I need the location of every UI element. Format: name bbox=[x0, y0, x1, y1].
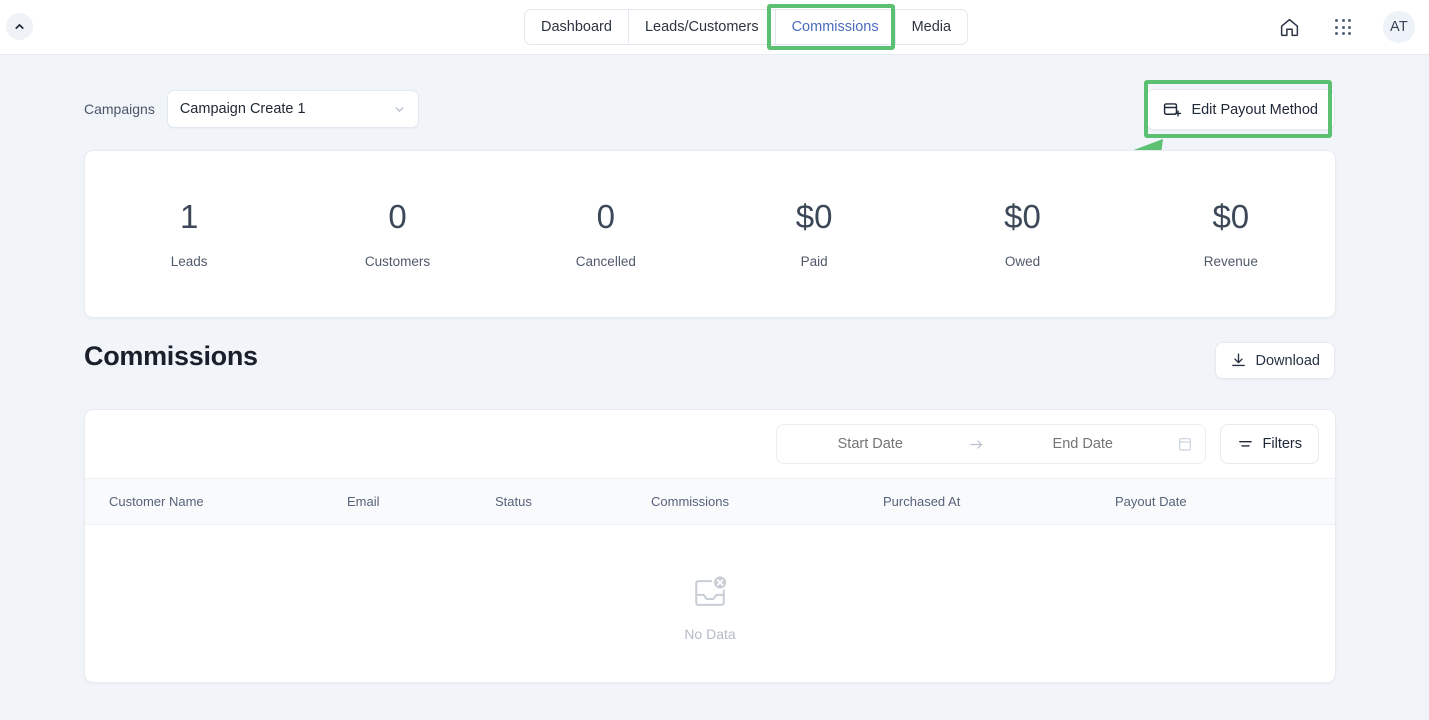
topbar-icon-group: AT bbox=[1275, 11, 1415, 43]
column-payout-date[interactable]: Payout Date bbox=[1115, 478, 1335, 525]
download-button[interactable]: Download bbox=[1214, 342, 1335, 379]
collapse-chevron-up-button[interactable] bbox=[6, 13, 33, 40]
stat-revenue-label: Revenue bbox=[1203, 253, 1258, 269]
empty-state-cell: No Data bbox=[85, 525, 1335, 683]
home-icon bbox=[1280, 18, 1298, 36]
main-tab-group: Dashboard Leads/Customers Commissions Me… bbox=[524, 9, 969, 45]
campaign-filter-row: Campaigns Campaign Create 1 bbox=[84, 90, 419, 128]
stat-revenue-value: $0 bbox=[1212, 197, 1250, 235]
stat-leads-label: Leads bbox=[170, 253, 208, 269]
stat-cancelled-label: Cancelled bbox=[575, 253, 636, 269]
avatar[interactable]: AT bbox=[1383, 11, 1415, 43]
tab-dashboard[interactable]: Dashboard bbox=[525, 10, 628, 44]
apps-grid-icon bbox=[1335, 19, 1351, 35]
table-toolbar: Filters bbox=[85, 410, 1335, 478]
table-header-row: Customer Name Email Status Commissions P… bbox=[85, 478, 1335, 525]
arrow-right-icon bbox=[964, 436, 989, 453]
commissions-page: Dashboard Leads/Customers Commissions Me… bbox=[0, 0, 1429, 720]
tab-leads-customers[interactable]: Leads/Customers bbox=[627, 10, 775, 44]
stat-customers-label: Customers bbox=[364, 253, 431, 269]
stat-paid-label: Paid bbox=[800, 253, 828, 269]
stats-summary-card: 1 Leads 0 Customers 0 Cancelled $0 Paid … bbox=[84, 150, 1336, 318]
stat-cancelled: 0 Cancelled bbox=[502, 200, 710, 269]
table-body: No Data bbox=[85, 525, 1335, 683]
empty-state-label: No Data bbox=[684, 626, 736, 643]
commissions-table: Customer Name Email Status Commissions P… bbox=[85, 478, 1335, 683]
table-header: Customer Name Email Status Commissions P… bbox=[85, 478, 1335, 525]
column-email[interactable]: Email bbox=[347, 478, 495, 525]
edit-payout-method-label: Edit Payout Method bbox=[1191, 101, 1318, 118]
home-button[interactable] bbox=[1275, 13, 1303, 41]
stat-owed: $0 Owed bbox=[918, 200, 1126, 269]
no-data-inbox-icon bbox=[695, 574, 729, 607]
tab-commissions[interactable]: Commissions bbox=[774, 10, 895, 44]
column-status[interactable]: Status bbox=[495, 478, 651, 525]
column-customer-name[interactable]: Customer Name bbox=[85, 478, 347, 525]
filters-button[interactable]: Filters bbox=[1219, 424, 1319, 464]
apps-grid-button[interactable] bbox=[1329, 13, 1357, 41]
stat-paid-value: $0 bbox=[795, 197, 833, 235]
stat-owed-value: $0 bbox=[1004, 197, 1041, 235]
chevron-down-icon bbox=[393, 103, 406, 116]
edit-payout-method-button[interactable]: Edit Payout Method bbox=[1146, 89, 1335, 130]
table-empty-row: No Data bbox=[85, 525, 1335, 683]
date-range-picker[interactable] bbox=[775, 424, 1206, 464]
campaigns-label: Campaigns bbox=[84, 101, 155, 117]
column-purchased-at[interactable]: Purchased At bbox=[883, 478, 1115, 525]
start-date-input[interactable] bbox=[776, 436, 965, 452]
stat-leads-value: 1 bbox=[179, 197, 199, 235]
filter-lines-icon bbox=[1238, 440, 1252, 447]
empty-state: No Data bbox=[85, 571, 1335, 642]
stat-paid: $0 Paid bbox=[710, 200, 918, 269]
campaign-select[interactable]: Campaign Create 1 bbox=[166, 90, 419, 128]
download-icon bbox=[1231, 353, 1245, 367]
credit-card-plus-icon bbox=[1164, 103, 1182, 117]
campaign-select-value: Campaign Create 1 bbox=[179, 101, 306, 117]
stat-customers-value: 0 bbox=[388, 197, 407, 235]
column-commissions[interactable]: Commissions bbox=[651, 478, 883, 525]
chevron-up-icon bbox=[15, 24, 24, 29]
stat-revenue: $0 Revenue bbox=[1127, 200, 1335, 269]
download-label: Download bbox=[1255, 352, 1321, 369]
filters-label: Filters bbox=[1262, 436, 1302, 452]
commissions-table-card: Filters Customer Name Email Status Commi… bbox=[84, 409, 1336, 683]
calendar-icon bbox=[1177, 436, 1205, 452]
stat-cancelled-value: 0 bbox=[596, 197, 615, 235]
stat-customers: 0 Customers bbox=[293, 200, 501, 269]
stat-owed-label: Owed bbox=[1004, 253, 1041, 269]
top-navigation-bar: Dashboard Leads/Customers Commissions Me… bbox=[0, 0, 1429, 55]
end-date-input[interactable] bbox=[989, 436, 1177, 452]
stat-leads: 1 Leads bbox=[85, 200, 293, 269]
page-title: Commissions bbox=[84, 341, 258, 371]
tab-media[interactable]: Media bbox=[894, 10, 968, 44]
